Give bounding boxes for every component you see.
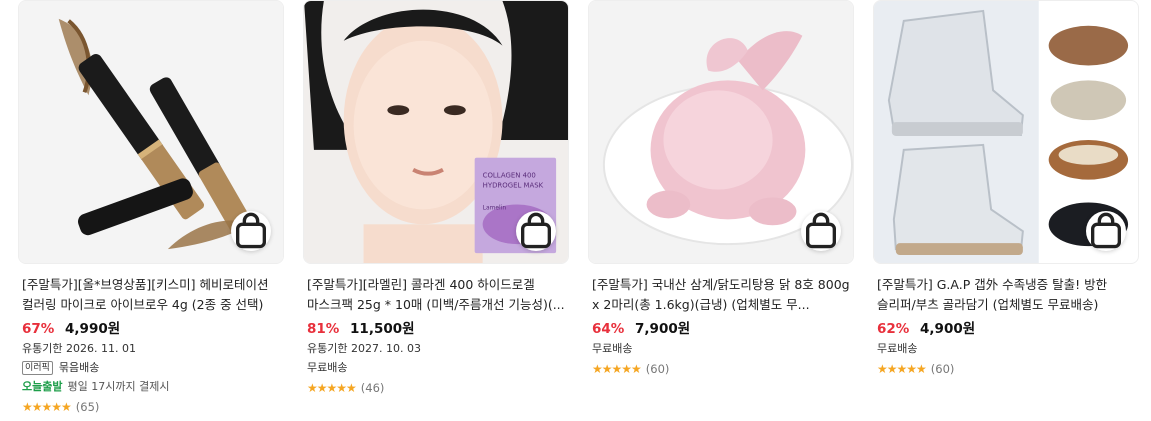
today-ship-condition: 평일 17시까지 결제시 [67, 380, 170, 393]
add-to-cart-button[interactable] [801, 211, 841, 251]
rating-row: ★★★★★ (60) [592, 360, 854, 378]
product-title[interactable]: [주말특가][라멜린] 콜라겐 400 하이드로겔 마스크팩 25g * 10매… [307, 275, 569, 315]
product-card[interactable]: [주말특가] G.A.P 갭外 수족냉증 탈출! 방한 슬리퍼/부츠 골라담기 … [873, 0, 1139, 378]
star-rating: ★★★★★ [877, 362, 927, 376]
rating-row: ★★★★★ (46) [307, 379, 569, 397]
shopping-bag-icon [1091, 212, 1121, 249]
shipping-label: 무료배송 [877, 342, 918, 355]
price-row: 67% 4,990원 [22, 319, 284, 339]
sale-price: 7,900원 [635, 321, 691, 337]
today-ship-row: 오늘출발 평일 17시까지 결제시 [22, 378, 284, 396]
review-count: (60) [645, 362, 670, 376]
price-row: 64% 7,900원 [592, 319, 854, 339]
product-card[interactable]: [주말특가][올*브영상품][키스미] 헤비로테이션 컬러링 마이크로 아이브로… [18, 0, 284, 416]
product-image[interactable] [18, 0, 284, 264]
rating-row: ★★★★★ (60) [877, 360, 1139, 378]
today-ship-label: 오늘출발 [22, 380, 63, 393]
shopping-bag-icon [806, 212, 836, 249]
rating-row: ★★★★★ (65) [22, 398, 284, 416]
product-grid: [주말특가][올*브영상품][키스미] 헤비로테이션 컬러링 마이크로 아이브로… [0, 0, 1151, 421]
add-to-cart-button[interactable] [231, 211, 271, 251]
star-rating: ★★★★★ [307, 381, 357, 395]
add-to-cart-button[interactable] [1086, 211, 1126, 251]
sale-price: 11,500원 [350, 321, 415, 337]
discount-rate: 62% [877, 321, 910, 337]
expiry-date: 유통기한 2026. 11. 01 [22, 342, 136, 355]
review-count: (46) [360, 381, 385, 395]
bundle-shipping-label: 묶음배송 [58, 361, 100, 374]
discount-rate: 67% [22, 321, 55, 337]
discount-rate: 81% [307, 321, 340, 337]
review-count: (65) [75, 400, 100, 414]
product-image[interactable] [873, 0, 1139, 264]
product-image[interactable] [588, 0, 854, 264]
sale-price: 4,990원 [65, 321, 121, 337]
expiry-date: 유통기한 2027. 10. 03 [307, 342, 421, 355]
shopping-bag-icon [521, 212, 551, 249]
product-card[interactable]: [주말특가] 국내산 삼계/닭도리탕용 닭 8호 800g x 2마리(총 1.… [588, 0, 854, 378]
price-row: 81% 11,500원 [307, 319, 569, 339]
bundle-shipping-row: 이러픽 묶음배송 [22, 359, 284, 377]
pack-brand: Lamelin [483, 204, 507, 211]
pack-line-2: HYDROGEL MASK [483, 182, 544, 190]
star-rating: ★★★★★ [22, 400, 72, 414]
shopping-bag-icon [236, 212, 266, 249]
product-title[interactable]: [주말특가] G.A.P 갭外 수족냉증 탈출! 방한 슬리퍼/부츠 골라담기 … [877, 275, 1139, 315]
product-title[interactable]: [주말특가] 국내산 삼계/닭도리탕용 닭 8호 800g x 2마리(총 1.… [592, 275, 854, 315]
shipping-label: 무료배송 [592, 342, 633, 355]
sale-price: 4,900원 [920, 321, 976, 337]
shipping-label: 무료배송 [307, 361, 348, 374]
discount-rate: 64% [592, 321, 625, 337]
shipping-badge: 이러픽 [22, 361, 53, 375]
product-image[interactable]: COLLAGEN 400 HYDROGEL MASK Lamelin [303, 0, 569, 264]
add-to-cart-button[interactable] [516, 211, 556, 251]
pack-line-1: COLLAGEN 400 [483, 172, 536, 180]
star-rating: ★★★★★ [592, 362, 642, 376]
review-count: (60) [930, 362, 955, 376]
product-title[interactable]: [주말특가][올*브영상품][키스미] 헤비로테이션 컬러링 마이크로 아이브로… [22, 275, 284, 315]
price-row: 62% 4,900원 [877, 319, 1139, 339]
product-card[interactable]: COLLAGEN 400 HYDROGEL MASK Lamelin [주말특가… [303, 0, 569, 397]
